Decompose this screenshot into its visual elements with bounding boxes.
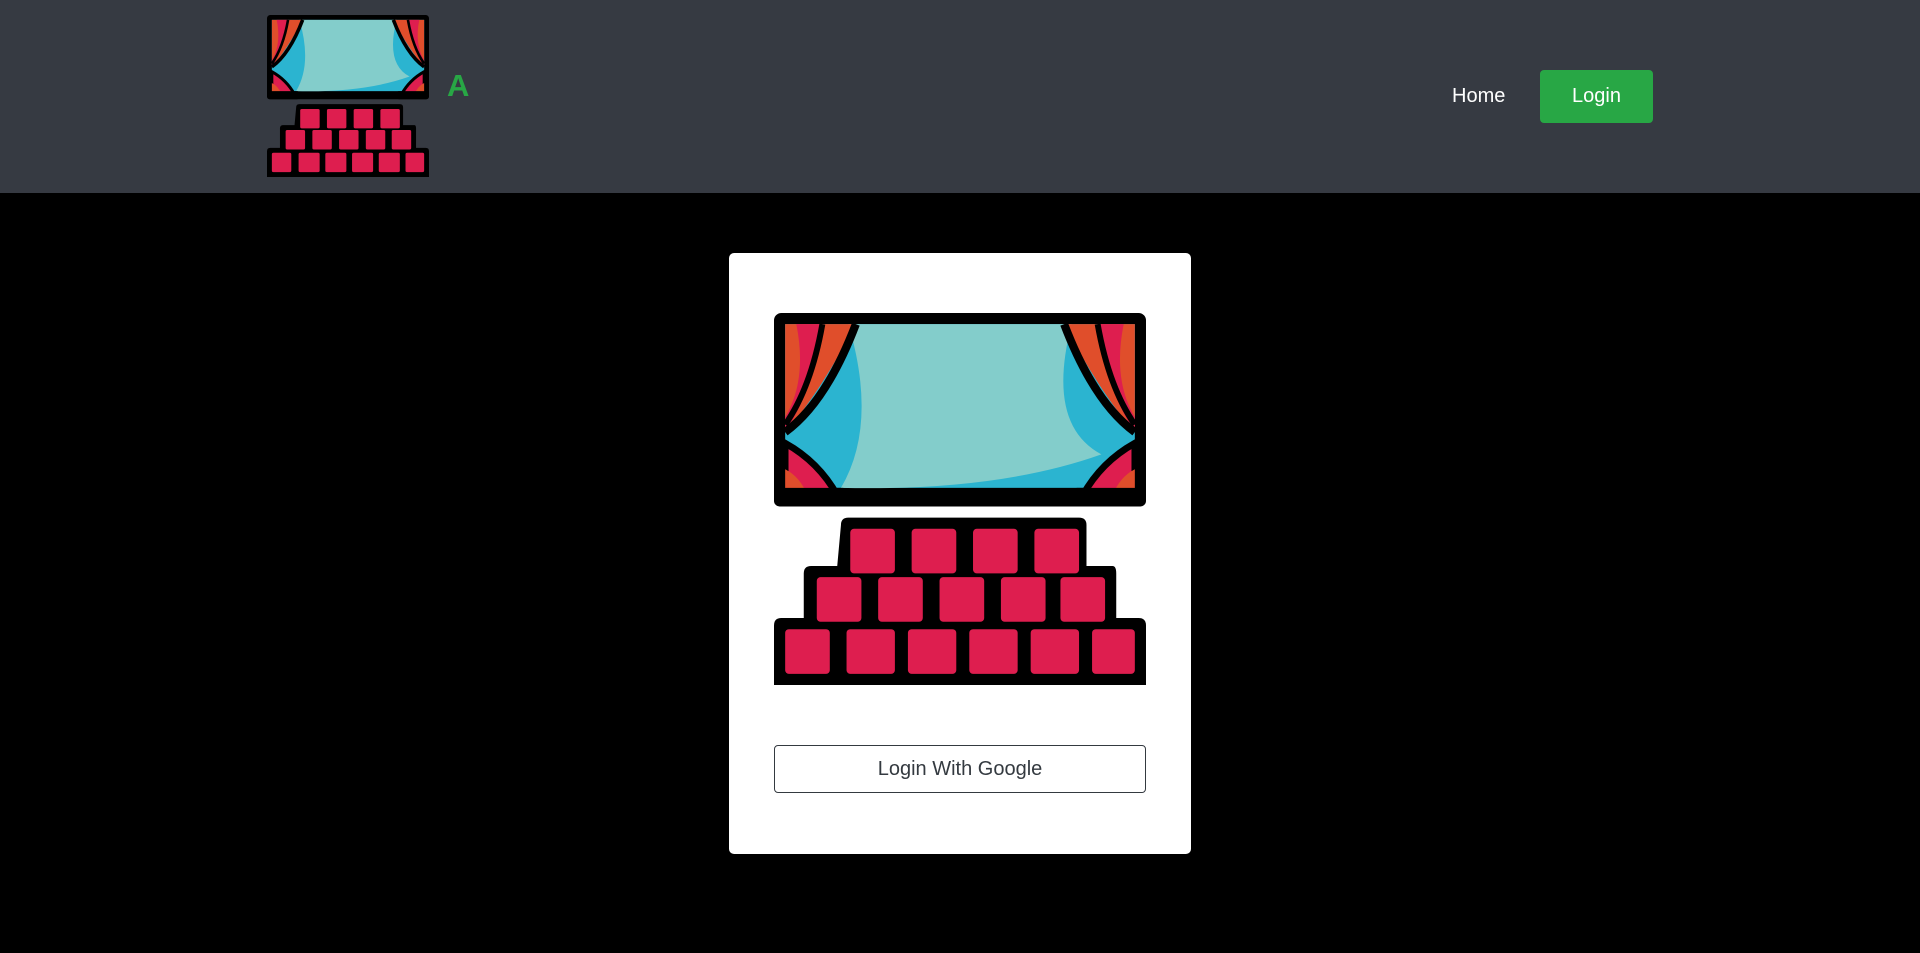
theater-stage-icon[interactable] — [267, 15, 429, 177]
top-navbar: A Home Login — [0, 0, 1920, 193]
brand-text[interactable]: A — [447, 68, 469, 104]
nav-home-link[interactable]: Home — [1452, 80, 1505, 112]
login-card: Login With Google — [729, 253, 1191, 854]
login-with-google-button[interactable]: Login With Google — [774, 745, 1146, 793]
nav-login-button[interactable]: Login — [1540, 70, 1653, 123]
theater-stage-icon — [774, 313, 1146, 685]
